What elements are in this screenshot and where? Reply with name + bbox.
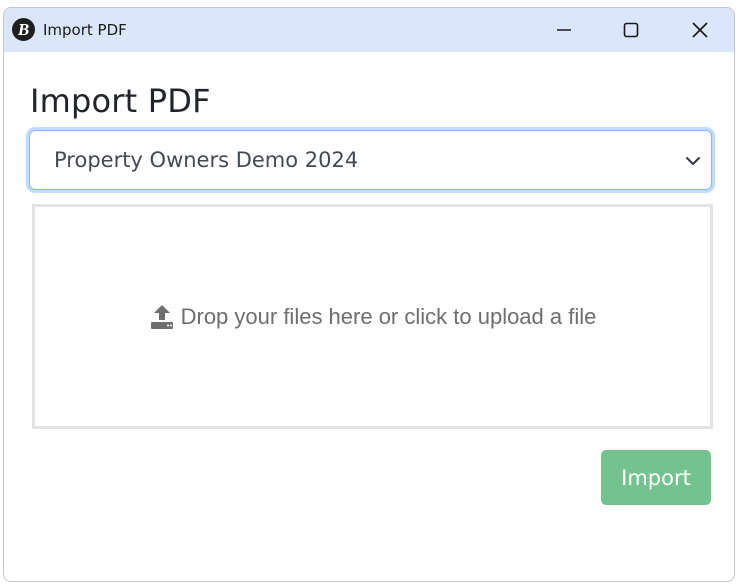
file-dropzone[interactable]: Drop your files here or click to upload … — [32, 204, 713, 429]
import-button[interactable]: Import — [601, 450, 711, 505]
close-button[interactable] — [677, 8, 723, 52]
app-logo-letter: B — [17, 19, 30, 39]
minimize-button[interactable] — [541, 8, 587, 52]
project-select-value: Property Owners Demo 2024 — [54, 148, 359, 172]
chevron-down-icon — [686, 157, 700, 165]
app-logo-icon: B — [12, 18, 35, 41]
project-select[interactable]: Property Owners Demo 2024 — [29, 130, 712, 190]
minimize-icon — [557, 29, 571, 31]
dropzone-text: Drop your files here or click to upload … — [180, 303, 597, 329]
page-title: Import PDF — [30, 82, 211, 120]
close-icon — [692, 22, 708, 38]
dropzone-prompt: Drop your files here or click to upload … — [149, 303, 597, 330]
window-title: Import PDF — [43, 21, 127, 39]
import-pdf-window: B Import PDF Import PDF Property Owners … — [3, 7, 735, 582]
title-bar[interactable]: B Import PDF — [4, 8, 734, 52]
maximize-button[interactable] — [608, 8, 654, 52]
maximize-icon — [623, 22, 639, 38]
upload-icon — [150, 304, 173, 329]
